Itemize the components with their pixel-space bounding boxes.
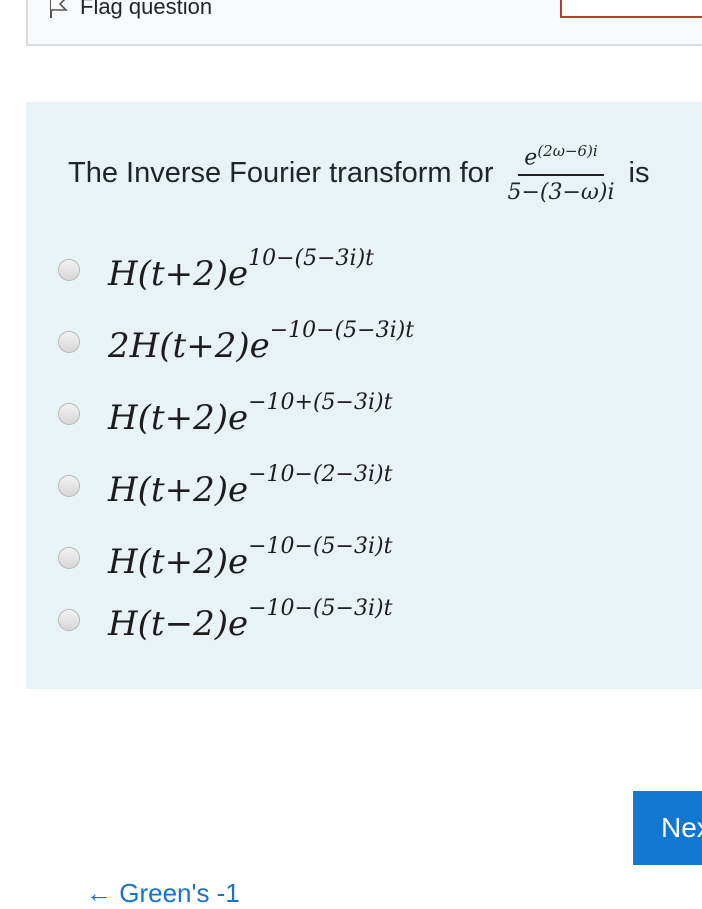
flag-icon bbox=[50, 0, 68, 18]
radio-button[interactable] bbox=[58, 546, 80, 569]
fraction-denominator: 5−(3−ω)i bbox=[507, 180, 615, 206]
option-label: H(t−2)e−10−(5−3i)t bbox=[108, 596, 393, 644]
question-suffix: is bbox=[628, 157, 650, 190]
option-b[interactable]: 2H(t+2)e−10−(5−3i)t bbox=[58, 318, 414, 366]
option-label: H(t+2)e10−(5−3i)t bbox=[108, 246, 374, 294]
option-a[interactable]: H(t+2)e10−(5−3i)t bbox=[58, 246, 374, 294]
flag-question-label: Flag question bbox=[80, 0, 213, 19]
option-e[interactable]: H(t+2)e−10−(5−3i)t bbox=[58, 534, 392, 582]
radio-button[interactable] bbox=[58, 258, 80, 281]
radio-button[interactable] bbox=[58, 608, 80, 631]
radio-button[interactable] bbox=[58, 474, 80, 497]
fraction-numerator: e(2ω−6)i bbox=[518, 142, 604, 177]
radio-button[interactable] bbox=[58, 402, 80, 425]
radio-button[interactable] bbox=[58, 330, 80, 353]
option-f[interactable]: H(t−2)e−10−(5−3i)t bbox=[58, 596, 392, 644]
option-c[interactable]: H(t+2)e−10+(5−3i)t bbox=[58, 390, 392, 438]
flag-question-link[interactable]: Flag question bbox=[48, 0, 212, 24]
option-d[interactable]: H(t+2)e−10−(2−3i)t bbox=[58, 462, 392, 510]
numerator-exponent: (2ω−6)i bbox=[537, 142, 598, 160]
question-text: The Inverse Fourier transform for e(2ω−6… bbox=[68, 142, 649, 205]
option-label: H(t+2)e−10+(5−3i)t bbox=[108, 390, 393, 438]
option-label: H(t+2)e−10−(5−3i)t bbox=[108, 534, 393, 582]
next-button[interactable]: Next bbox=[633, 791, 702, 865]
previous-activity-link[interactable]: ← Green's -1 bbox=[86, 878, 240, 909]
option-label: 2H(t+2)e−10−(5−3i)t bbox=[108, 318, 415, 366]
status-box bbox=[560, 0, 702, 18]
option-label: H(t+2)e−10−(2−3i)t bbox=[108, 462, 393, 510]
numerator-base: e bbox=[524, 145, 538, 171]
question-fraction: e(2ω−6)i 5−(3−ω)i bbox=[507, 142, 614, 205]
question-prefix: The Inverse Fourier transform for bbox=[68, 157, 494, 190]
